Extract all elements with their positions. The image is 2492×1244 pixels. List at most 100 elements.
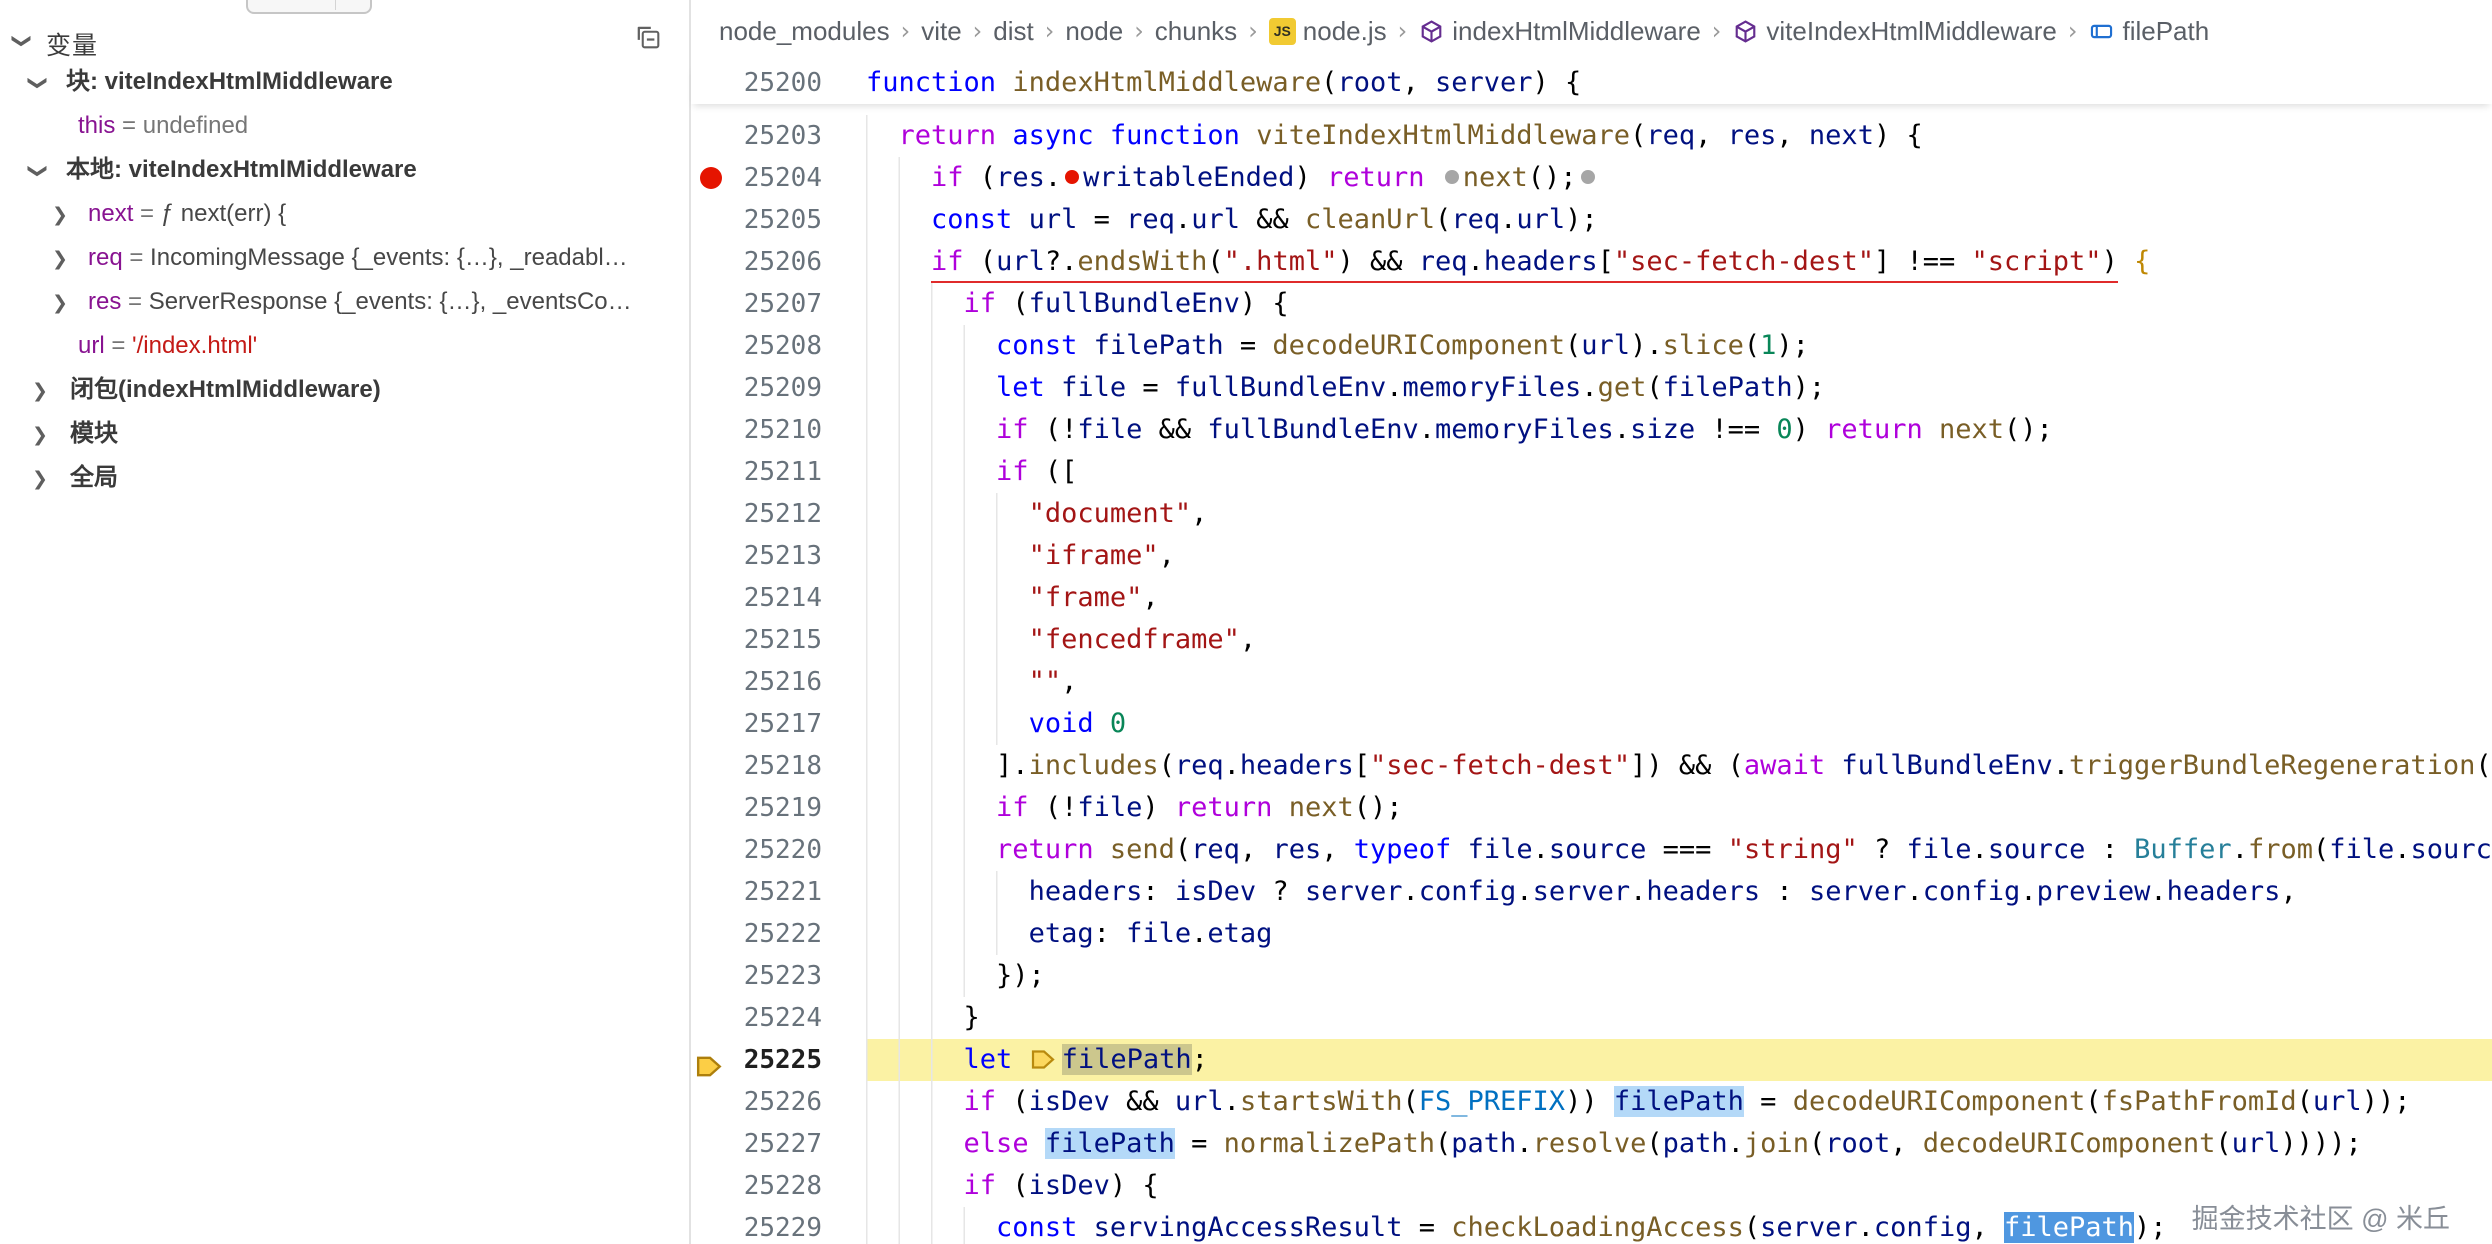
gutter[interactable]: 25213 [691,535,866,577]
code-text[interactable]: function indexHtmlMiddleware(root, serve… [866,62,2492,104]
line-number[interactable]: 25210 [744,415,822,445]
line-number[interactable]: 25208 [744,331,822,361]
gutter[interactable]: 25208 [691,325,866,367]
gutter[interactable]: 25212 [691,493,866,535]
line-number[interactable]: 25207 [744,289,822,319]
code-text[interactable]: if (fullBundleEnv) { [866,283,2492,325]
code-text[interactable]: const url = req.url && cleanUrl(req.url)… [866,199,2492,241]
code-text[interactable]: ].includes(req.headers["sec-fetch-dest"]… [866,745,2492,787]
code-text[interactable]: void 0 [866,703,2492,745]
code-text[interactable]: if (!file) return next(); [866,787,2492,829]
breakpoint-dot[interactable] [700,167,722,189]
sticky-scroll-line[interactable]: 25200 function indexHtmlMiddleware(root, … [691,62,2492,104]
scope-row[interactable]: ❯全局 [0,456,689,500]
chevron-right-icon[interactable]: ❯ [52,280,68,324]
gutter[interactable]: 25226 [691,1081,866,1123]
code-text[interactable]: else filePath = normalizePath(path.resol… [866,1123,2492,1165]
code-text[interactable]: }); [866,955,2492,997]
line-number[interactable]: 25214 [744,583,822,613]
line-number[interactable]: 25205 [744,205,822,235]
scope-row[interactable]: ❯本地: viteIndexHtmlMiddleware [0,148,689,192]
breadcrumb-item-indexHtmlMiddleware[interactable]: indexHtmlMiddleware [1418,16,1701,47]
chevron-down-icon[interactable]: ❯ [30,60,46,104]
line-number[interactable]: 25211 [744,457,822,487]
code-text[interactable]: return async function viteIndexHtmlMiddl… [866,115,2492,157]
scope-row[interactable]: ❯模块 [0,412,689,456]
chevron-right-icon[interactable]: ❯ [52,192,68,236]
code-text[interactable]: headers: isDev ? server.config.server.he… [866,871,2492,913]
line-number[interactable]: 25209 [744,373,822,403]
code-text[interactable]: if (res.writableEnded) return next(); [866,157,2492,199]
code-text[interactable]: if (isDev && url.startsWith(FS_PREFIX)) … [866,1081,2492,1123]
chevron-right-icon[interactable]: ❯ [52,236,68,280]
line-number[interactable]: 25204 [744,163,822,193]
code-text[interactable]: } [866,997,2492,1039]
code-text[interactable]: etag: file.etag [866,913,2492,955]
gutter[interactable]: 25205 [691,199,866,241]
code-text[interactable]: "frame", [866,577,2492,619]
gutter[interactable]: 25216 [691,661,866,703]
gutter[interactable]: 25204 [691,157,866,199]
breadcrumb-item-vite[interactable]: vite [921,16,961,47]
chevron-right-icon[interactable]: ❯ [32,368,48,412]
breadcrumb-item-chunks[interactable]: chunks [1155,16,1237,47]
code-text[interactable]: let filePath; [866,1039,2492,1081]
code-text[interactable]: "iframe", [866,535,2492,577]
variable-row[interactable]: url = '/index.html' [0,324,689,368]
chevron-down-icon[interactable]: ❯ [14,30,30,52]
line-number[interactable]: 25220 [744,835,822,865]
line-number[interactable]: 25224 [744,1003,822,1033]
gutter[interactable]: 25215 [691,619,866,661]
gutter[interactable]: 25222 [691,913,866,955]
code-text[interactable]: "fencedframe", [866,619,2492,661]
line-number[interactable]: 25200 [744,68,822,98]
variable-row[interactable]: this = undefined [0,104,689,148]
breadcrumb-item-node[interactable]: node [1065,16,1123,47]
line-number[interactable]: 25225 [744,1045,822,1075]
gutter[interactable]: 25228 [691,1165,866,1207]
line-number[interactable]: 25218 [744,751,822,781]
breadcrumb-item-dist[interactable]: dist [993,16,1033,47]
breadcrumb-item-node-modules[interactable]: node_modules [719,16,890,47]
gutter[interactable]: 25221 [691,871,866,913]
chevron-down-icon[interactable]: ❯ [30,148,46,192]
gutter[interactable]: 25206 [691,241,866,283]
code-text[interactable]: if (!file && fullBundleEnv.memoryFiles.s… [866,409,2492,451]
variable-row[interactable]: ❯res = ServerResponse {_events: {…}, _ev… [0,280,689,324]
line-number[interactable]: 25206 [744,247,822,277]
code-text[interactable]: let file = fullBundleEnv.memoryFiles.get… [866,367,2492,409]
inline-breakpoint-candidate-icon[interactable] [1581,170,1595,184]
collapse-all-icon[interactable] [633,22,663,52]
line-number[interactable]: 25221 [744,877,822,907]
gutter[interactable]: 25217 [691,703,866,745]
gutter[interactable]: 25225 [691,1039,866,1081]
variables-pane-header[interactable]: ❯ 变量 [0,0,689,58]
chevron-right-icon[interactable]: ❯ [32,456,48,500]
line-number[interactable]: 25227 [744,1129,822,1159]
gutter[interactable]: 25223 [691,955,866,997]
code-text[interactable]: "", [866,661,2492,703]
gutter[interactable]: 25218 [691,745,866,787]
line-number[interactable]: 25212 [744,499,822,529]
code-text[interactable]: if (url?.endsWith(".html") && req.header… [866,241,2492,283]
gutter[interactable]: 25229 [691,1207,866,1244]
gutter[interactable]: 25219 [691,787,866,829]
gutter[interactable]: 25227 [691,1123,866,1165]
variable-row[interactable]: ❯req = IncomingMessage {_events: {…}, _r… [0,236,689,280]
inline-breakpoint-candidate-icon[interactable] [1445,170,1459,184]
line-number[interactable]: 25226 [744,1087,822,1117]
line-number[interactable]: 25216 [744,667,822,697]
line-number[interactable]: 25229 [744,1213,822,1243]
chevron-right-icon[interactable]: ❯ [32,412,48,456]
breadcrumb-item-viteIndexHtmlMiddleware[interactable]: viteIndexHtmlMiddleware [1732,16,2056,47]
line-number[interactable]: 25203 [744,121,822,151]
line-number[interactable]: 25215 [744,625,822,655]
gutter[interactable]: 25214 [691,577,866,619]
scope-row[interactable]: ❯块: viteIndexHtmlMiddleware [0,60,689,104]
gutter[interactable]: 25200 [691,62,866,104]
scope-row[interactable]: ❯闭包(indexHtmlMiddleware) [0,368,689,412]
breadcrumb-item-filePath[interactable]: filePath [2088,16,2209,47]
gutter[interactable]: 25209 [691,367,866,409]
code-text[interactable]: "document", [866,493,2492,535]
code-text[interactable]: return send(req, res, typeof file.source… [866,829,2492,871]
